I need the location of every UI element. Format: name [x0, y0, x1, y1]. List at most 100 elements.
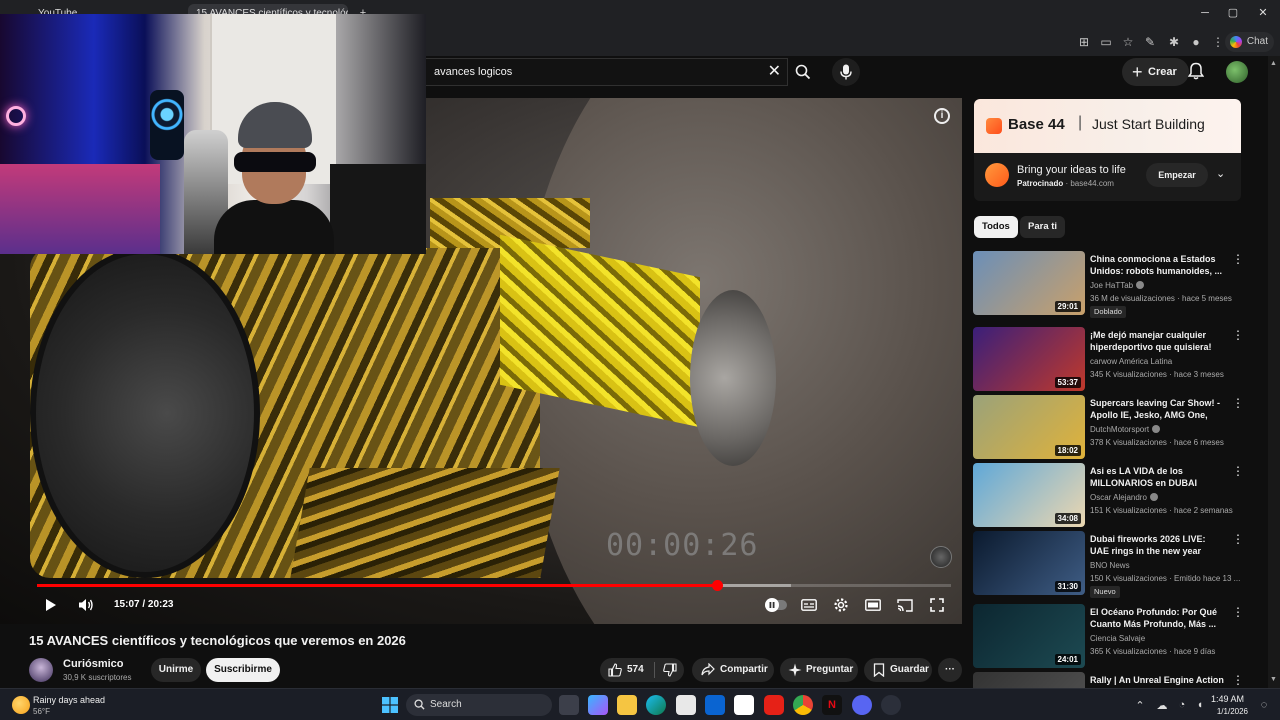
outlook-icon[interactable] — [705, 695, 725, 715]
search-input[interactable]: avances logicos ✕ — [426, 58, 788, 86]
extensions-puzzle-icon[interactable]: ✱ — [1166, 34, 1182, 50]
subtitles-button[interactable] — [800, 596, 818, 614]
scroll-up-icon[interactable]: ▲ — [1270, 60, 1277, 67]
recommendation-item[interactable]: 29:01 China conmociona a Estados Unidos: … — [973, 251, 1253, 318]
recommendation-item[interactable]: 34:08 Asi es LA VIDA de los MILLONARIOS e… — [973, 463, 1253, 527]
recommendation-item[interactable]: 31:30 Dubai fireworks 2026 LIVE: UAE ring… — [973, 531, 1253, 598]
progress-scrubber[interactable] — [712, 580, 724, 591]
more-options-icon[interactable]: ⋮ — [1232, 465, 1244, 477]
tray-time[interactable]: 1:49 AM — [1208, 694, 1244, 704]
join-button[interactable]: Unirme — [151, 658, 201, 682]
more-options-icon[interactable]: ⋮ — [1232, 606, 1244, 618]
video-thumbnail[interactable]: 29:01 — [973, 251, 1085, 315]
ask-button[interactable]: Preguntar — [780, 658, 858, 682]
windows-start-icon[interactable] — [380, 695, 400, 715]
tray-date[interactable]: 1/1/2026 — [1204, 707, 1248, 716]
ad-cta-button[interactable]: Empezar — [1146, 163, 1208, 187]
chevron-down-icon[interactable]: ⌄ — [1216, 167, 1225, 180]
recommendation-channel[interactable]: Ciencia Salvaje — [1090, 634, 1145, 643]
fullscreen-button[interactable] — [928, 596, 946, 614]
recommendation-item[interactable]: 18:02 Supercars leaving Car Show! - Apoll… — [973, 395, 1253, 459]
more-options-icon[interactable]: ⋮ — [1232, 253, 1244, 265]
recommendation-title[interactable]: ¡Me dejó manejar cualquier hiperdeportiv… — [1090, 329, 1226, 353]
ad-banner[interactable]: Base 44 | Just Start Building — [974, 99, 1241, 153]
miniplayer-button[interactable] — [864, 596, 882, 614]
weather-icon[interactable] — [12, 696, 30, 714]
recommendation-channel[interactable]: BNO News — [1090, 561, 1130, 570]
video-thumbnail[interactable]: 18:02 — [973, 395, 1085, 459]
like-button[interactable] — [608, 663, 622, 687]
video-thumbnail[interactable]: 31:30 — [973, 531, 1085, 595]
recommendation-channel[interactable]: Oscar Alejandro — [1090, 493, 1158, 502]
more-options-icon[interactable]: ⋮ — [1232, 674, 1244, 686]
recommendation-channel[interactable]: Joe HaTTab — [1090, 281, 1145, 290]
create-button[interactable]: + Crear — [1122, 58, 1189, 86]
more-options-icon[interactable]: ⋮ — [1232, 397, 1244, 409]
close-window-icon[interactable]: ✕ — [1254, 6, 1272, 20]
copilot-icon[interactable] — [588, 695, 608, 715]
browser-menu-icon[interactable]: ⋮ — [1210, 34, 1226, 50]
photos-icon[interactable] — [734, 695, 754, 715]
extension-icon[interactable]: ✎ — [1142, 34, 1158, 50]
recommendation-item[interactable]: Rally | An Unreal Engine Action ⋮ — [973, 672, 1253, 688]
netflix-icon[interactable]: N — [822, 695, 842, 715]
recommendation-title[interactable]: China conmociona a Estados Unidos: robot… — [1090, 253, 1226, 277]
tray-app-icon[interactable]: ☁ — [1152, 695, 1172, 715]
more-options-icon[interactable]: ⋮ — [1232, 533, 1244, 545]
cast-button[interactable] — [896, 596, 914, 614]
tray-chevron-icon[interactable]: ⌃ — [1130, 695, 1150, 715]
channel-name[interactable]: Curiósmico — [63, 658, 124, 670]
clear-search-icon[interactable]: ✕ — [768, 63, 781, 81]
picture-in-picture-icon[interactable]: ▭ — [1098, 34, 1114, 50]
more-actions-button[interactable]: ··· — [938, 658, 962, 682]
search-button[interactable] — [788, 58, 818, 86]
profile-icon[interactable]: ● — [1188, 34, 1204, 50]
ad-card[interactable]: Bring your ideas to life Patrocinado · b… — [974, 153, 1241, 201]
task-view-icon[interactable] — [559, 695, 579, 715]
dislike-button[interactable] — [663, 663, 677, 687]
chip-para-ti[interactable]: Para ti — [1020, 216, 1066, 238]
play-button[interactable] — [42, 596, 60, 614]
app-icon[interactable] — [881, 695, 901, 715]
progress-bar[interactable] — [37, 580, 951, 591]
recommendation-title[interactable]: Asi es LA VIDA de los MILLONARIOS en DUB… — [1090, 465, 1226, 489]
wifi-icon[interactable]: ◔ — [1172, 695, 1192, 715]
store-icon[interactable] — [676, 695, 696, 715]
channel-watermark[interactable] — [930, 546, 952, 568]
maximize-icon[interactable]: ▢ — [1224, 6, 1242, 20]
video-thumbnail[interactable]: 53:37 — [973, 327, 1085, 391]
settings-button[interactable] — [832, 596, 850, 614]
recommendation-title[interactable]: El Océano Profundo: Por Qué Cuanto Más P… — [1090, 606, 1226, 630]
file-explorer-icon[interactable] — [617, 695, 637, 715]
video-thumbnail[interactable]: 24:01 — [973, 604, 1085, 668]
video-thumbnail[interactable] — [973, 672, 1085, 688]
channel-avatar[interactable] — [29, 658, 53, 682]
taskbar-search[interactable]: Search — [406, 694, 552, 716]
notification-bell-icon[interactable]: ◌ — [1254, 695, 1274, 715]
youtube-app-icon[interactable] — [764, 695, 784, 715]
page-scrollbar[interactable]: ▲ ▼ — [1268, 56, 1280, 688]
recommendation-title[interactable]: Supercars leaving Car Show! - Apollo IE,… — [1090, 397, 1226, 423]
recommendation-title[interactable]: Rally | An Unreal Engine Action — [1090, 674, 1226, 686]
recommendation-title[interactable]: Dubai fireworks 2026 LIVE: UAE rings in … — [1090, 533, 1226, 557]
share-button[interactable]: Compartir — [692, 658, 774, 682]
discord-icon[interactable] — [852, 695, 872, 715]
notifications-button[interactable] — [1187, 62, 1205, 85]
recommendation-item[interactable]: 53:37 ¡Me dejó manejar cualquier hiperdep… — [973, 327, 1253, 391]
account-avatar[interactable] — [1226, 61, 1248, 83]
minimize-icon[interactable]: ─ — [1196, 6, 1214, 20]
recommendation-channel[interactable]: carwow América Latina — [1090, 357, 1172, 366]
recommendation-channel[interactable]: DutchMotorsport — [1090, 425, 1161, 434]
voice-search-button[interactable] — [832, 58, 860, 86]
more-options-icon[interactable]: ⋮ — [1232, 329, 1244, 341]
save-button[interactable]: Guardar — [864, 658, 932, 682]
subscribe-button[interactable]: Suscribirme — [206, 658, 280, 682]
scroll-down-icon[interactable]: ▼ — [1270, 676, 1277, 683]
bookmark-star-icon[interactable]: ☆ — [1120, 34, 1136, 50]
volume-button[interactable] — [76, 596, 96, 614]
chat-button[interactable]: Chat — [1224, 32, 1274, 52]
video-thumbnail[interactable]: 34:08 — [973, 463, 1085, 527]
info-icon[interactable]: i — [934, 108, 950, 124]
translate-icon[interactable]: ⊞ — [1076, 34, 1092, 50]
recommendation-item[interactable]: 24:01 El Océano Profundo: Por Qué Cuanto … — [973, 604, 1253, 668]
